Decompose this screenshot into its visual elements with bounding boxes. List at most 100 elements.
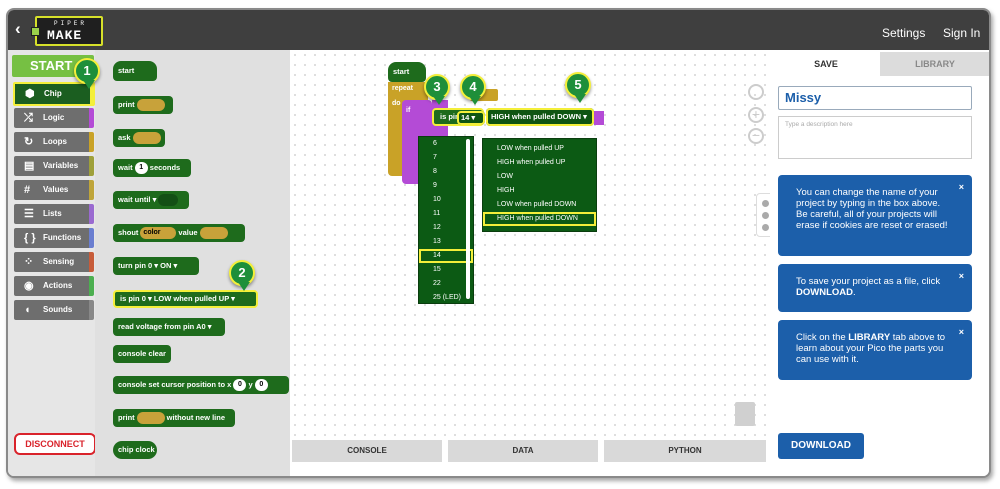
condition-slot[interactable] (158, 194, 179, 207)
wait-block[interactable]: wait 1 seconds (113, 159, 191, 177)
tip-download: × To save your project as a file, click … (778, 264, 972, 312)
category-variables[interactable]: ▤ Variables (14, 156, 94, 176)
wait-seconds-input[interactable]: 1 (134, 162, 148, 175)
sensing-icon: ⁘ (24, 256, 34, 268)
print-block[interactable]: print (113, 96, 173, 114)
state-option-selected[interactable]: HIGH when pulled DOWN (483, 212, 596, 226)
state-options-dropdown[interactable]: LOW when pulled UP HIGH when pulled UP L… (482, 138, 597, 232)
code-workspace[interactable]: start repeat do if is pin 14 ▾ HIGH when… (290, 50, 770, 440)
start-block[interactable]: start (388, 62, 426, 82)
close-icon[interactable]: × (959, 271, 964, 282)
pin-option[interactable]: 9 (419, 179, 473, 193)
text-slot[interactable] (136, 412, 165, 425)
sign-in-link[interactable]: Sign In (943, 26, 980, 40)
turn-pin-block[interactable]: turn pin 0 ▾ ON ▾ (113, 257, 199, 275)
pin-value-dropdown[interactable]: 14 ▾ (457, 111, 485, 125)
speaker-icon: ◖ (24, 304, 31, 316)
state-option[interactable]: LOW when pulled DOWN (483, 198, 596, 212)
is-pin-block[interactable]: is pin 0 ▾ LOW when pulled UP ▾ (113, 290, 258, 308)
text-slot[interactable] (199, 227, 228, 240)
start-block[interactable]: start (113, 61, 157, 81)
pin-option[interactable]: 15 (419, 263, 473, 277)
block-label: console set cursor position to x (118, 380, 232, 389)
close-icon[interactable]: × (959, 182, 964, 193)
pin-option-selected[interactable]: 14 (419, 249, 473, 263)
on-dropdown[interactable]: ON ▾ (160, 261, 177, 270)
state-dropdown[interactable]: HIGH when pulled DOWN ▾ (486, 108, 594, 126)
cursor-position-block[interactable]: console set cursor position to x 0 y 0 (113, 376, 289, 394)
category-logic[interactable]: ⤮ Logic (14, 108, 94, 128)
tab-console[interactable]: CONSOLE (292, 440, 442, 462)
wait-until-block[interactable]: wait until ▾ (113, 191, 189, 209)
zoom-in-icon[interactable]: + (748, 107, 764, 123)
print-no-newline-block[interactable]: print without new line (113, 409, 235, 427)
text-slot[interactable] (136, 99, 165, 112)
block-label: wait until ▾ (118, 195, 157, 204)
block-label: value (178, 228, 198, 237)
state-option[interactable]: LOW when pulled UP (483, 142, 596, 156)
y-input[interactable]: 0 (254, 379, 268, 392)
pin-option[interactable]: 6 (419, 137, 473, 151)
pin-option[interactable]: 7 (419, 151, 473, 165)
state-option[interactable]: HIGH when pulled UP (483, 156, 596, 170)
trash-icon[interactable] (735, 402, 755, 426)
close-icon[interactable]: × (959, 327, 964, 338)
category-sensing[interactable]: ⁘ Sensing (14, 252, 94, 272)
console-clear-block[interactable]: console clear (113, 345, 171, 363)
x-input[interactable]: 0 (233, 379, 247, 392)
tab-library[interactable]: LIBRARY (880, 52, 989, 76)
category-values[interactable]: # Values (14, 180, 94, 200)
pin-dropdown[interactable]: 0 ▾ (148, 261, 158, 270)
tab-python[interactable]: PYTHON (604, 440, 766, 462)
step-badge-2: 2 (229, 260, 255, 291)
analog-pin-dropdown[interactable]: A0 ▾ (196, 322, 211, 331)
tab-data[interactable]: DATA (448, 440, 598, 462)
color-slot[interactable]: color (140, 227, 177, 240)
ask-block[interactable]: ask (113, 129, 165, 147)
block-label: y (248, 380, 253, 389)
disconnect-button[interactable]: DISCONNECT (14, 433, 96, 455)
chip-clock-block[interactable]: chip clock (113, 441, 157, 459)
color-label: color (143, 229, 161, 237)
state-dropdown[interactable]: LOW when pulled UP ▾ (154, 294, 235, 303)
shout-block[interactable]: shout color value (113, 224, 245, 242)
category-sounds[interactable]: ◖ Sounds (14, 300, 94, 320)
pin-options-dropdown[interactable]: 6 7 8 9 10 11 12 13 14 15 22 25 (LED) (418, 136, 474, 304)
scrollbar[interactable] (466, 139, 470, 299)
description-field[interactable]: Type a description here (778, 116, 972, 159)
category-sidebar: START ⬢ Chip ⤮ Logic ↻ Loops ▤ Variables # Va… (8, 50, 95, 476)
pin-option[interactable]: 22 (419, 277, 473, 291)
pin-dropdown[interactable]: 0 ▾ (142, 294, 152, 303)
tab-save[interactable]: SAVE (772, 52, 880, 76)
center-target-icon[interactable] (748, 84, 764, 100)
text-slot[interactable] (132, 132, 161, 145)
category-loops[interactable]: ↻ Loops (14, 132, 94, 152)
pin-option[interactable]: 10 (419, 193, 473, 207)
category-label: Sensing (43, 257, 75, 266)
settings-link[interactable]: Settings (882, 26, 925, 40)
zoom-out-icon[interactable]: − (748, 128, 764, 144)
loop-icon: ↻ (24, 136, 34, 148)
download-button[interactable]: DOWNLOAD (778, 433, 864, 459)
state-option[interactable]: LOW (483, 170, 596, 184)
pin-option[interactable]: 12 (419, 221, 473, 235)
category-functions[interactable]: { } Functions (14, 228, 94, 248)
pin-option[interactable]: 13 (419, 235, 473, 249)
category-actions[interactable]: ◉ Actions (14, 276, 94, 296)
project-name-field[interactable]: Missy (778, 86, 972, 110)
back-icon[interactable]: ‹ (15, 19, 21, 39)
piper-make-logo[interactable]: PIPER MAKE (31, 16, 103, 46)
tip-text: To save your project as a file, click (796, 276, 941, 287)
pin-option[interactable]: 25 (LED) (419, 291, 473, 305)
pin-option[interactable]: 8 (419, 165, 473, 179)
hash-icon: # (24, 184, 31, 196)
handle-dot (762, 224, 769, 231)
tip-library: × Click on the LIBRARY tab above to lear… (778, 320, 972, 380)
pin-option[interactable]: 11 (419, 207, 473, 221)
target-icon: ◉ (24, 280, 34, 292)
read-voltage-block[interactable]: read voltage from pin A0 ▾ (113, 318, 225, 336)
state-option[interactable]: HIGH (483, 184, 596, 198)
tip-text: Click on the (796, 332, 849, 343)
block-label: shout (118, 228, 139, 237)
category-lists[interactable]: ☰ Lists (14, 204, 94, 224)
